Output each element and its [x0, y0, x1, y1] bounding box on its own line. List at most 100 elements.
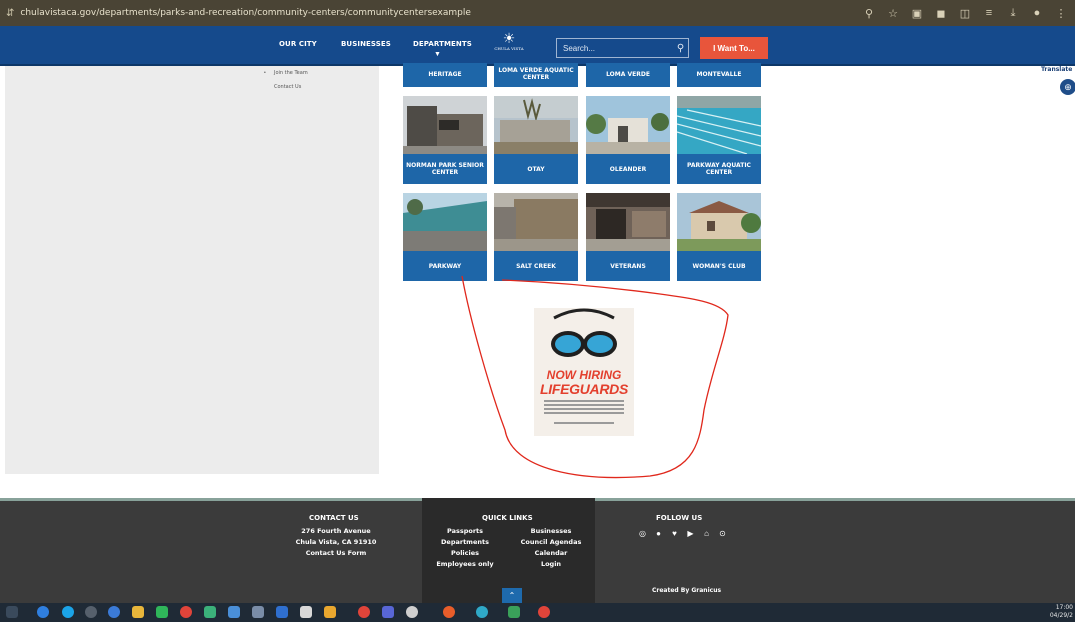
location-icon[interactable]: ⊙ [718, 529, 727, 538]
windows-taskbar: 17:00 04/29/2 [0, 603, 1075, 622]
menu-dots-icon[interactable]: ⋮ [1055, 7, 1067, 20]
quick-link-calendar[interactable]: Calendar [535, 549, 568, 557]
extension-icon-2[interactable]: ◼ [935, 7, 947, 20]
app-icon[interactable] [204, 606, 216, 618]
chrome-icon[interactable] [538, 606, 550, 618]
center-tile-parkway-aquatic[interactable]: PARKWAY AQUATIC CENTER [677, 96, 761, 184]
sidebar-link-join-the-team[interactable]: Join the Team [274, 70, 308, 76]
puzzle-extensions-icon[interactable]: ◫ [959, 7, 971, 20]
center-tile-veterans[interactable]: VETERANS [586, 193, 670, 281]
center-photo [403, 193, 487, 251]
nav-our-city[interactable]: OUR CITY [279, 40, 317, 48]
center-tile-loma-verde[interactable]: LOMA VERDE [586, 63, 670, 87]
poster-fine-print [544, 400, 624, 402]
contact-address-2: Chula Vista, CA 91910 [295, 538, 377, 546]
start-icon[interactable] [6, 606, 18, 618]
twitter-icon[interactable]: ♥ [670, 529, 679, 538]
settings-icon[interactable] [406, 606, 418, 618]
bullet: • [264, 70, 266, 76]
extension-icon[interactable]: ▣ [911, 7, 923, 20]
cortana-icon[interactable] [37, 606, 49, 618]
notepad-icon[interactable] [300, 606, 312, 618]
translate-label[interactable]: Translate [1041, 66, 1072, 73]
quick-link-login[interactable]: Login [541, 560, 561, 568]
sunburst-icon: ☀ [502, 30, 516, 46]
youtube-icon[interactable]: ▶ [686, 529, 695, 538]
url-text[interactable]: chulavistaca.gov/departments/parks-and-r… [20, 8, 471, 18]
nav-departments[interactable]: DEPARTMENTS [413, 40, 472, 48]
profile-icon[interactable]: ● [1031, 7, 1043, 19]
quick-link-employees-only[interactable]: Employees only [436, 560, 493, 568]
center-tile-montevalle[interactable]: MONTEVALLE [677, 63, 761, 87]
center-label: MONTEVALLE [696, 70, 742, 78]
center-tile-norman-park[interactable]: NORMAN PARK SENIOR CENTER [403, 96, 487, 184]
granicus-credit[interactable]: Created By Granicus [652, 587, 721, 594]
center-photo [494, 193, 578, 251]
zoom-icon[interactable]: ⚲ [863, 7, 875, 20]
app-icon[interactable] [476, 606, 488, 618]
center-tile-salt-creek[interactable]: SALT CREEK [494, 193, 578, 281]
center-photo [586, 96, 670, 154]
app-icon[interactable] [108, 606, 120, 618]
app-icon[interactable] [228, 606, 240, 618]
quick-link-policies[interactable]: Policies [451, 549, 479, 557]
center-tile-parkway[interactable]: PARKWAY [403, 193, 487, 281]
center-label: LOMA VERDE AQUATIC CENTER [498, 67, 574, 81]
poster-fine-print [544, 408, 624, 410]
center-tile-oleander[interactable]: OLEANDER [586, 96, 670, 184]
social-links: ◎ ● ♥ ▶ ⌂ ⊙ [638, 529, 727, 538]
center-tile-loma-verde-aquatic[interactable]: LOMA VERDE AQUATIC CENTER [494, 63, 578, 87]
quick-link-passports[interactable]: Passports [447, 527, 483, 535]
contact-us-heading: CONTACT US [309, 514, 359, 522]
site-navigation: OUR CITY BUSINESSES DEPARTMENTS ▼ ☀ CHUL… [0, 26, 1075, 66]
screen: ⇵ chulavistaca.gov/departments/parks-and… [0, 0, 1075, 622]
quick-link-businesses[interactable]: Businesses [531, 527, 572, 535]
center-tile-otay[interactable]: OTAY [494, 96, 578, 184]
translate-globe-icon[interactable]: ⊕ [1060, 79, 1075, 95]
center-tile-heritage[interactable]: HERITAGE [403, 63, 487, 87]
chrome-icon[interactable] [180, 606, 192, 618]
center-photo [677, 96, 761, 154]
i-want-to-button[interactable]: I Want To... [700, 37, 768, 59]
instagram-icon[interactable]: ◎ [638, 529, 647, 538]
media-icon[interactable] [156, 606, 168, 618]
center-photo [494, 96, 578, 154]
lifeguard-poster[interactable]: NOW HIRING LIFEGUARDS [534, 308, 634, 436]
app-icon[interactable] [382, 606, 394, 618]
app-icon[interactable] [85, 606, 97, 618]
center-tile-womans-club[interactable]: WOMAN'S CLUB [677, 193, 761, 281]
app-icon[interactable] [324, 606, 336, 618]
search-input[interactable] [557, 43, 673, 53]
quick-link-council-agendas[interactable]: Council Agendas [521, 538, 582, 546]
site-settings-icon[interactable]: ⇵ [6, 8, 14, 19]
sidebar: • Join the Team Contact Us [5, 66, 379, 474]
contact-us-form-link[interactable]: Contact Us Form [306, 549, 367, 557]
city-logo[interactable]: ☀ CHULA VISTA [492, 30, 526, 62]
clock-time: 17:00 [1055, 604, 1073, 611]
quick-link-departments[interactable]: Departments [441, 538, 489, 546]
app-icon[interactable] [508, 606, 520, 618]
app-icon[interactable] [252, 606, 264, 618]
app-icon[interactable] [443, 606, 455, 618]
reading-list-icon[interactable]: ≡ [983, 7, 995, 19]
download-icon[interactable]: ⤓ [1007, 7, 1019, 20]
system-clock[interactable]: 17:00 04/29/2 [1050, 604, 1073, 620]
github-icon[interactable]: ● [654, 529, 663, 538]
center-photo [677, 193, 761, 251]
logo-text: CHULA VISTA [494, 46, 524, 51]
search-icon[interactable]: ⚲ [673, 43, 688, 54]
app-icon[interactable] [276, 606, 288, 618]
bookmark-star-icon[interactable]: ☆ [887, 7, 899, 20]
back-to-top-button[interactable]: ⌃ [502, 588, 522, 603]
center-label: HERITAGE [428, 70, 462, 78]
browser-address-bar: ⇵ chulavistaca.gov/departments/parks-and… [0, 0, 1075, 26]
follow-us-heading: FOLLOW US [656, 514, 703, 522]
nextdoor-icon[interactable]: ⌂ [702, 529, 711, 538]
edge-icon[interactable] [62, 606, 74, 618]
file-explorer-icon[interactable] [132, 606, 144, 618]
sidebar-link-contact-us[interactable]: Contact Us [274, 84, 301, 90]
center-photo [403, 96, 487, 154]
poster-fine-print [544, 404, 624, 406]
nav-businesses[interactable]: BUSINESSES [341, 40, 391, 48]
chrome-icon[interactable] [358, 606, 370, 618]
